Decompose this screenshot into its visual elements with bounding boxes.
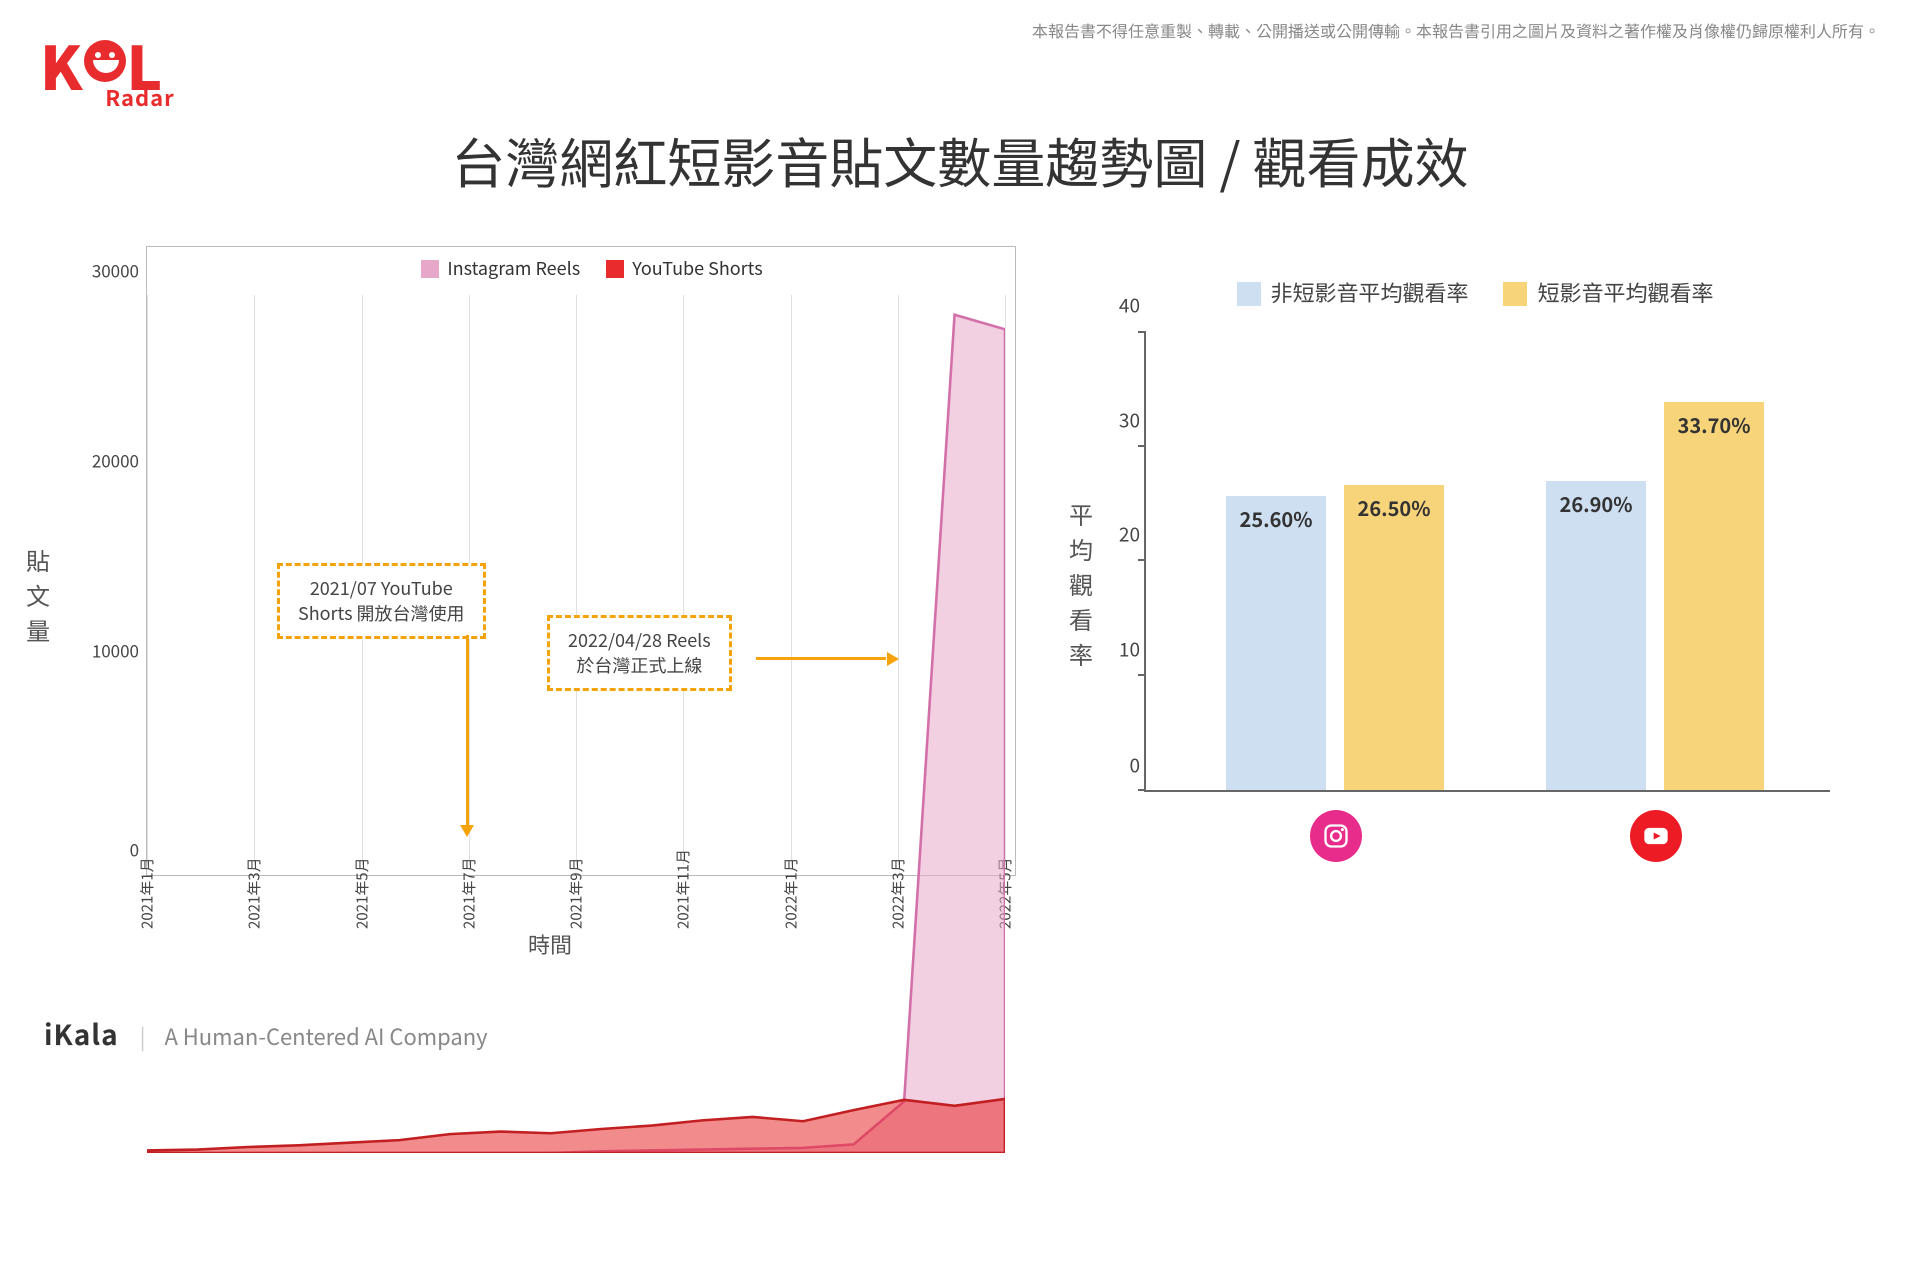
viewrate-legend: 非短影音平均觀看率 短影音平均觀看率 [1080, 276, 1840, 308]
trend-ytick: 30000 [77, 258, 139, 283]
legend-label-reels: Instagram Reels [447, 255, 580, 281]
trend-x-axis-label: 時間 [70, 928, 1030, 960]
trend-y-axis-label: 貼文量 [24, 542, 52, 647]
legend-label-shorts: YouTube Shorts [632, 255, 762, 281]
disclaimer-text: 本報告書不得任意重製、轉載、公開播送或公開傳輸。本報告書引用之圖片及資料之著作權… [1032, 18, 1880, 42]
viewrate-ytick: 20 [1100, 521, 1140, 548]
viewrate-ytick: 10 [1100, 635, 1140, 662]
trend-plot-area: 0 10000 20000 30000 2021年1月 2021年3月 2021… [147, 295, 1005, 865]
bar-yt-nonshort: 26.90% [1546, 481, 1646, 790]
annotation-reels-launch: 2022/04/28 Reels於台灣正式上線 [547, 615, 732, 691]
footer-tagline: A Human-Centered AI Company [164, 1020, 487, 1052]
viewrate-ytick: 40 [1100, 292, 1140, 319]
viewrate-ytick: 0 [1100, 752, 1140, 779]
logo-subtext: Radar [40, 89, 240, 107]
logo-smile-icon [84, 40, 126, 82]
bar-group-instagram: 25.60% 26.50% [1226, 485, 1444, 790]
legend-swatch-reels [421, 260, 439, 278]
footer-brand: iKala [44, 1014, 119, 1054]
trend-chart: 貼文量 Instagram Reels YouTube Shorts 0 100… [70, 232, 1030, 952]
trend-ytick: 0 [77, 837, 139, 862]
annotation-youtube-launch: 2021/07 YouTubeShorts 開放台灣使用 [277, 563, 486, 639]
trend-legend: Instagram Reels YouTube Shorts [147, 255, 1015, 281]
bar-yt-short: 33.70% [1664, 402, 1764, 790]
page-title: 台灣網紅短影音貼文數量趨勢圖 / 觀看成效 [0, 120, 1920, 199]
legend-label-short: 短影音平均觀看率 [1537, 276, 1713, 308]
legend-swatch-nonshort [1237, 282, 1261, 306]
view-rate-chart: 非短影音平均觀看率 短影音平均觀看率 平均觀看率 0 10 20 30 40 2… [1080, 276, 1840, 896]
trend-ytick: 10000 [77, 638, 139, 663]
bar-group-youtube: 26.90% 33.70% [1546, 402, 1764, 790]
viewrate-plot-area: 0 10 20 30 40 25.60% 26.50% 26.90% 33.70… [1144, 332, 1830, 792]
bar-value: 25.60% [1226, 504, 1326, 533]
youtube-icon [1630, 810, 1682, 862]
kol-radar-logo: KL Radar [40, 40, 240, 107]
bar-value: 26.50% [1344, 493, 1444, 522]
viewrate-ytick: 30 [1100, 406, 1140, 433]
instagram-icon [1310, 810, 1362, 862]
trend-plot-frame: Instagram Reels YouTube Shorts 0 10000 2… [146, 246, 1016, 876]
trend-ytick: 20000 [77, 447, 139, 472]
legend-label-nonshort: 非短影音平均觀看率 [1271, 276, 1469, 308]
bar-ig-nonshort: 25.60% [1226, 496, 1326, 790]
legend-swatch-shorts [606, 260, 624, 278]
footer: iKala | A Human-Centered AI Company [44, 1014, 488, 1054]
bar-value: 33.70% [1664, 410, 1764, 439]
legend-swatch-short [1503, 282, 1527, 306]
viewrate-y-axis-label: 平均觀看率 [1066, 496, 1096, 671]
bar-value: 26.90% [1546, 489, 1646, 518]
bar-ig-short: 26.50% [1344, 485, 1444, 790]
